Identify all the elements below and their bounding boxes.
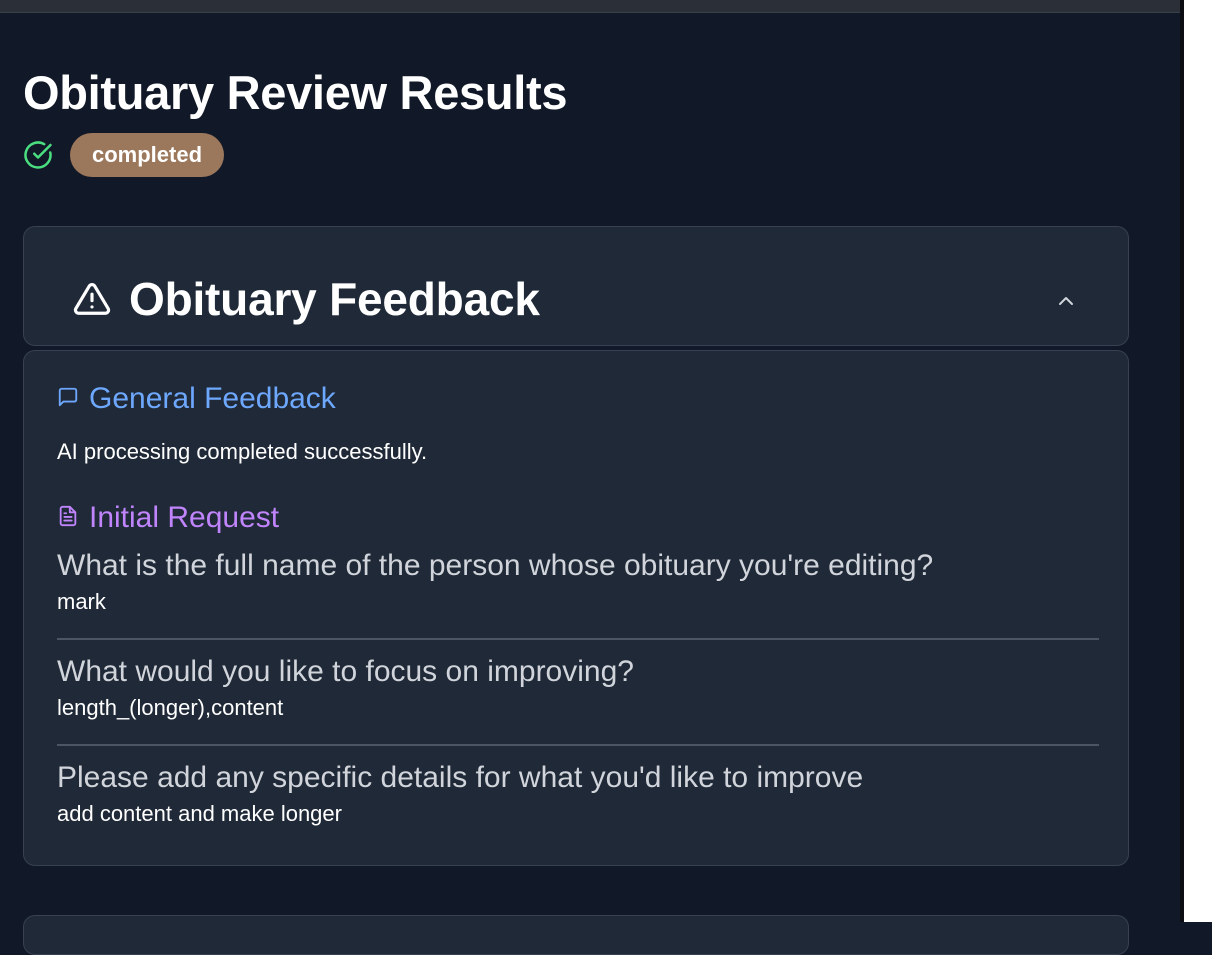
request-question: What is the full name of the person whos… [57, 549, 934, 582]
message-square-icon [57, 381, 79, 417]
request-item: What is the full name of the person whos… [57, 548, 1099, 616]
feedback-card-body: General Feedback AI processing completed… [23, 350, 1129, 866]
status-badge: completed [70, 133, 225, 177]
top-bar [0, 0, 1180, 13]
divider [57, 638, 1099, 640]
divider [57, 744, 1099, 746]
general-feedback-text: AI processing completed successfully. [57, 439, 428, 464]
request-question: What would you like to focus on improvin… [57, 655, 634, 688]
feedback-card-header[interactable]: Obituary Feedback [23, 226, 1129, 346]
general-feedback-label: General Feedback [89, 382, 336, 415]
status-row: completed [23, 133, 225, 177]
check-circle-icon [23, 140, 53, 170]
next-card [23, 915, 1129, 955]
request-answer: add content and make longer [57, 801, 342, 826]
page-title: Obituary Review Results [23, 66, 568, 119]
chevron-up-icon[interactable] [1054, 289, 1078, 313]
request-question: Please add any specific details for what… [57, 761, 864, 794]
request-answer: length_(longer),content [57, 695, 284, 720]
warning-triangle-icon [73, 280, 111, 323]
initial-request-label: Initial Request [89, 501, 280, 534]
feedback-card-title: Obituary Feedback [129, 273, 540, 325]
request-item: Please add any specific details for what… [57, 760, 1099, 828]
general-feedback-heading: General Feedback [57, 381, 336, 417]
window-edge [1180, 0, 1212, 922]
request-answer: mark [57, 589, 106, 614]
request-item: What would you like to focus on improvin… [57, 654, 1099, 722]
initial-request-heading: Initial Request [57, 500, 279, 536]
document-icon [57, 500, 79, 536]
